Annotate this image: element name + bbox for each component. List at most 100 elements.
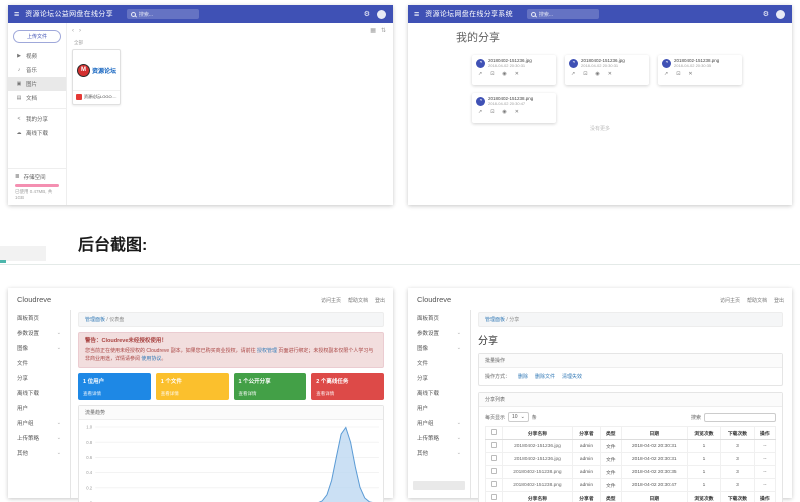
lock-icon[interactable]: ⊡: [676, 71, 680, 77]
sidebar-item-images[interactable]: 图像⌄: [408, 340, 470, 355]
share-card[interactable]: ◔ 20180402-151238.png 2018-04-02 20:30:4…: [472, 93, 556, 123]
shares-search-input[interactable]: 搜索...: [527, 9, 599, 19]
avatar[interactable]: [776, 10, 785, 19]
sidebar-item-other[interactable]: 其他⌄: [408, 445, 470, 460]
view-more-link[interactable]: 查看详情: [239, 391, 302, 397]
stat-card-users[interactable]: 1 位用户 查看详情: [78, 373, 151, 400]
preview-icon[interactable]: ◉: [502, 109, 506, 115]
nav-logout-link[interactable]: 登出: [375, 297, 385, 304]
menu-icon[interactable]: ≡: [14, 10, 19, 19]
sidebar-item-dashboard[interactable]: 面板首页: [8, 310, 70, 325]
stat-card-files[interactable]: 1 个文件 查看详情: [156, 373, 229, 400]
sidebar-item-my-shares[interactable]: < 我的分享: [8, 112, 66, 126]
view-more-link[interactable]: 查看详情: [316, 391, 379, 397]
sidebar-item-other[interactable]: 其他⌄: [8, 445, 70, 460]
share-card[interactable]: ◔ 20180402-151236.jpg 2018-04-02 20:30:3…: [565, 55, 649, 85]
delete-icon[interactable]: ✕: [515, 109, 519, 115]
lock-icon[interactable]: ⊡: [490, 71, 494, 77]
row-checkbox[interactable]: [486, 453, 503, 466]
nav-help-link[interactable]: 帮助文档: [747, 297, 767, 304]
sidebar-item-video[interactable]: ▶ 视频: [8, 49, 66, 63]
file-card[interactable]: M 资源论坛 资源论坛LOGO.png: [72, 49, 121, 105]
stat-card-shares[interactable]: 1 个公开分享 查看详情: [234, 373, 307, 400]
view-more-link[interactable]: 查看详情: [161, 391, 224, 397]
batch-clean-invalid-link[interactable]: 清理失效: [562, 373, 582, 380]
table-row[interactable]: 20180402-151238.png admin 文件 2018-04-02 …: [486, 466, 776, 479]
lock-icon[interactable]: ⊡: [490, 109, 494, 115]
share-card[interactable]: ◔ 20180402-151238.png 2018-04-02 20:30:3…: [658, 55, 742, 85]
select-all-checkbox[interactable]: [486, 492, 503, 502]
lock-icon[interactable]: ⊡: [583, 71, 587, 77]
select-all-checkbox[interactable]: [486, 427, 503, 440]
delete-icon[interactable]: ✕: [688, 71, 692, 77]
table-row[interactable]: 20180402-151236.jpg admin 文件 2018-04-02 …: [486, 440, 776, 453]
sidebar-item-images[interactable]: 图像⌄: [8, 340, 70, 355]
brand-logo[interactable]: Cloudreve: [17, 295, 51, 304]
view-more-link[interactable]: 查看详情: [83, 391, 146, 397]
share-search-input[interactable]: [704, 413, 776, 422]
sidebar-item-settings[interactable]: 参数设置⌄: [408, 325, 470, 340]
sidebar-item-settings[interactable]: 参数设置⌄: [8, 325, 70, 340]
share-avatar: ◔: [662, 59, 671, 68]
share-card[interactable]: ◔ 20180402-151236.jpg 2018-04-02 20:30:3…: [472, 55, 556, 85]
sidebar-item-document[interactable]: ▤ 文档: [8, 91, 66, 105]
sidebar-item-shares[interactable]: 分享: [408, 370, 470, 385]
stat-card-offline[interactable]: 2 个离线任务 查看详情: [311, 373, 384, 400]
logo-icon: M: [77, 64, 90, 77]
sidebar-item-music[interactable]: ♪ 音乐: [8, 63, 66, 77]
sidebar-item-offline-download[interactable]: ☁ 离线下载: [8, 126, 66, 140]
breadcrumb-current: 仪表盘: [109, 317, 124, 323]
nav-home-link[interactable]: 访问主页: [321, 297, 341, 304]
grid-view-icon[interactable]: ▦: [370, 27, 376, 34]
back-icon[interactable]: ‹: [72, 28, 74, 34]
breadcrumb-link[interactable]: 管理面板: [485, 317, 505, 323]
gear-icon[interactable]: ⚙: [364, 10, 370, 18]
sidebar-item-users[interactable]: 用户: [8, 400, 70, 415]
sidebar-item-groups[interactable]: 用户组⌄: [408, 415, 470, 430]
open-link-icon[interactable]: ↗: [478, 109, 482, 115]
gear-icon[interactable]: ⚙: [763, 10, 769, 18]
batch-delete-files-link[interactable]: 删除文件: [535, 373, 555, 380]
sidebar-item-shares[interactable]: 分享: [8, 370, 70, 385]
brand-logo[interactable]: Cloudreve: [417, 295, 451, 304]
sidebar-item-files[interactable]: 文件: [408, 355, 470, 370]
batch-delete-link[interactable]: 删除: [518, 373, 528, 380]
sidebar-item-files[interactable]: 文件: [8, 355, 70, 370]
table-row[interactable]: 20180402-151236.jpg admin 文件 2018-04-02 …: [486, 453, 776, 466]
table-row[interactable]: 20180402-151238.png admin 文件 2018-04-02 …: [486, 479, 776, 492]
sort-icon[interactable]: ⇅: [381, 27, 386, 34]
preview-icon[interactable]: ◉: [502, 71, 506, 77]
nav-logout-link[interactable]: 登出: [774, 297, 784, 304]
open-link-icon[interactable]: ↗: [664, 71, 668, 77]
preview-icon[interactable]: ◉: [595, 71, 599, 77]
upload-button[interactable]: 上传文件: [13, 30, 61, 43]
breadcrumb-link[interactable]: 管理面板: [85, 317, 105, 323]
open-link-icon[interactable]: ↗: [478, 71, 482, 77]
sidebar-item-image[interactable]: ▣ 图片: [8, 77, 66, 91]
admin-topnav: 访问主页 帮助文档 登出: [720, 297, 784, 304]
sidebar-item-offline[interactable]: 离线下载: [408, 385, 470, 400]
delete-icon[interactable]: ✕: [515, 71, 519, 77]
avatar[interactable]: [377, 10, 386, 19]
row-checkbox[interactable]: [486, 440, 503, 453]
nav-home-link[interactable]: 访问主页: [720, 297, 740, 304]
menu-icon[interactable]: ≡: [414, 10, 419, 19]
per-page-select[interactable]: 10 ⌄: [508, 412, 529, 422]
sidebar-item-users[interactable]: 用户: [408, 400, 470, 415]
license-agreement-link[interactable]: 使用协议: [141, 356, 161, 362]
license-manage-link[interactable]: 授权管理: [257, 348, 277, 354]
delete-icon[interactable]: ✕: [608, 71, 612, 77]
row-checkbox[interactable]: [486, 479, 503, 492]
sidebar-item-dashboard[interactable]: 面板首页: [408, 310, 470, 325]
sidebar-item-policies[interactable]: 上传策略⌄: [408, 430, 470, 445]
files-sidebar: 上传文件 ▶ 视频 ♪ 音乐 ▣ 图片 ▤ 文档 < 我的分享: [8, 23, 67, 205]
svg-text:0.4: 0.4: [86, 470, 93, 475]
sidebar-item-offline[interactable]: 离线下载: [8, 385, 70, 400]
sidebar-item-groups[interactable]: 用户组⌄: [8, 415, 70, 430]
files-search-input[interactable]: 搜索...: [127, 9, 199, 19]
open-link-icon[interactable]: ↗: [571, 71, 575, 77]
nav-help-link[interactable]: 帮助文档: [348, 297, 368, 304]
row-checkbox[interactable]: [486, 466, 503, 479]
forward-icon[interactable]: ›: [79, 28, 81, 34]
sidebar-item-policies[interactable]: 上传策略⌄: [8, 430, 70, 445]
